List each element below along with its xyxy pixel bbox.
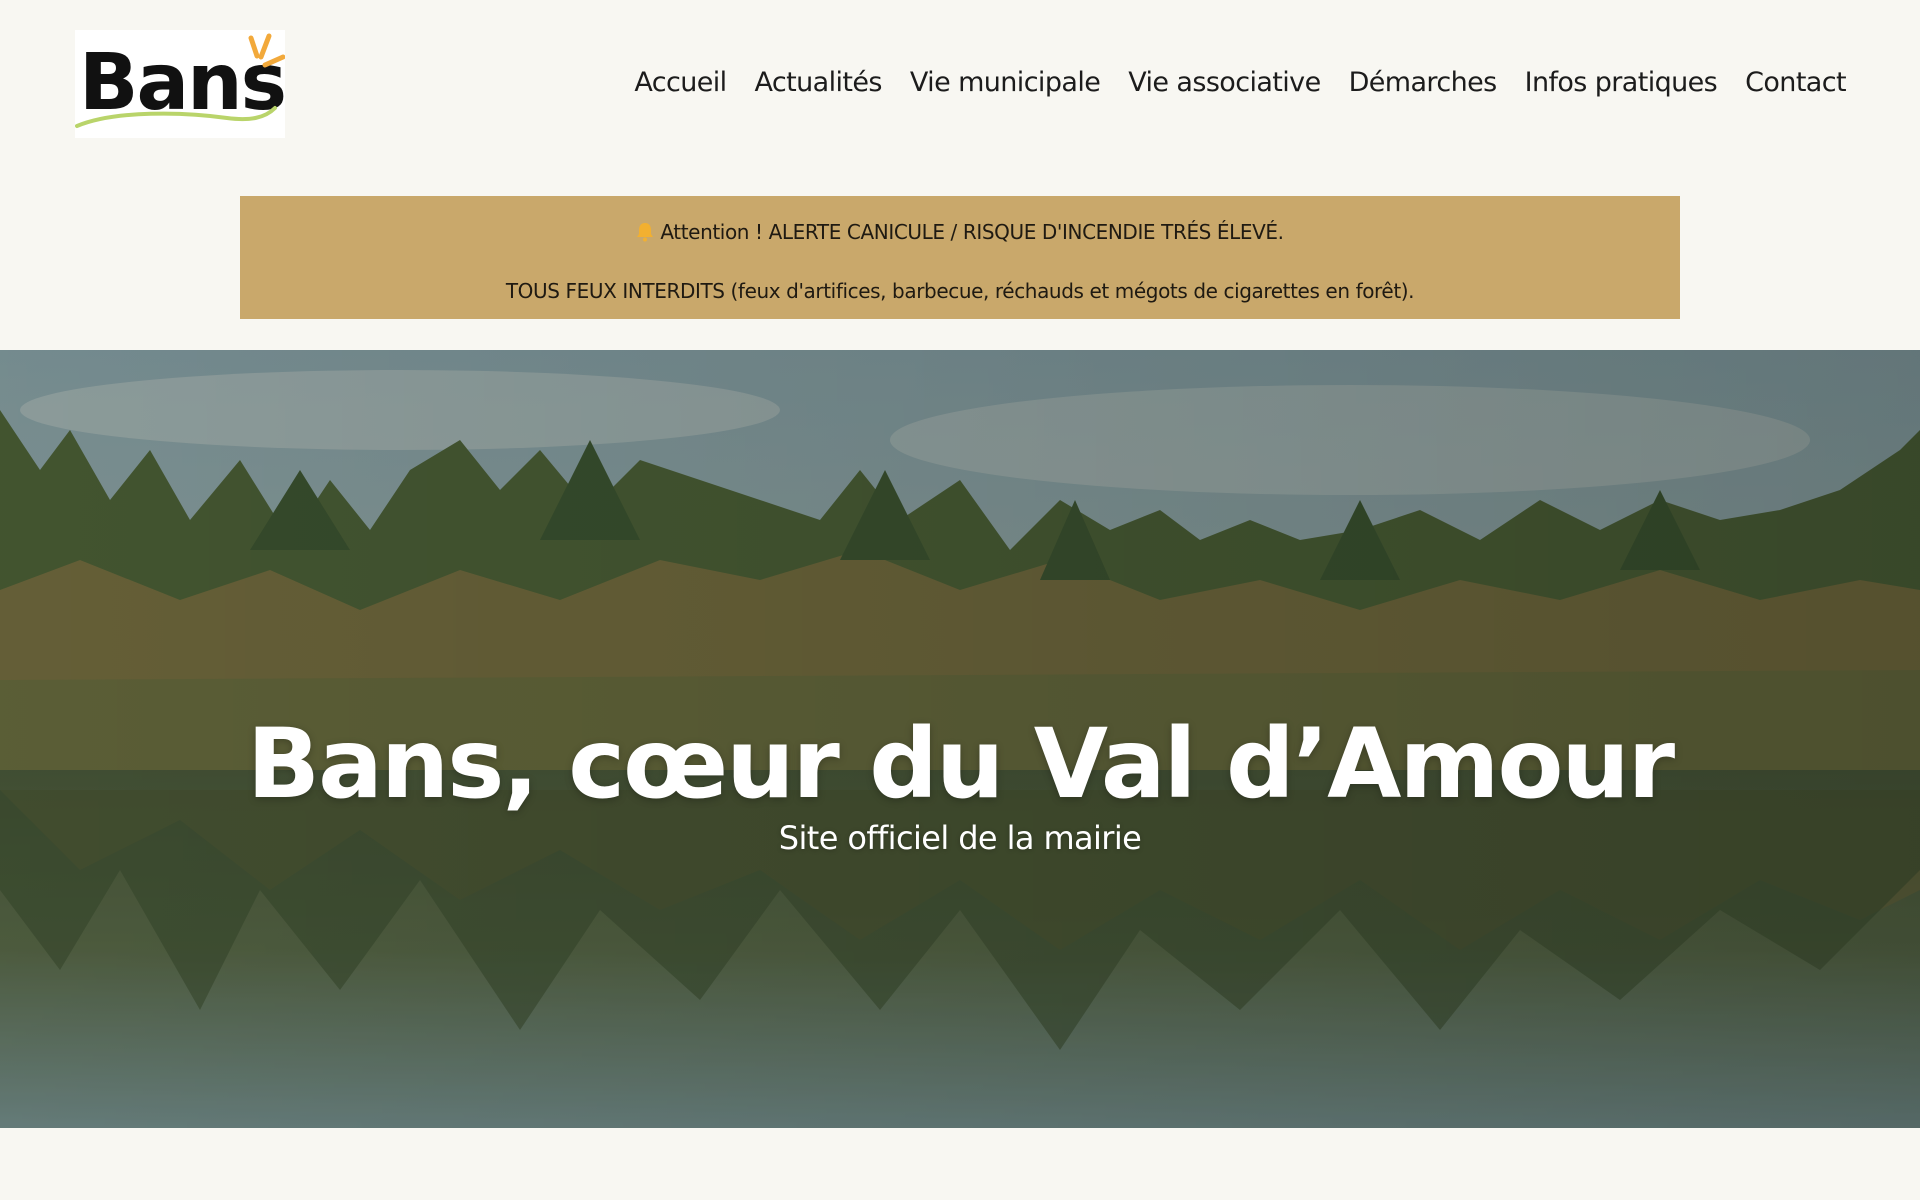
hero-subtitle: Site officiel de la mairie [778,819,1142,857]
alert-banner: Attention ! ALERTE CANICULE / RISQUE D'I… [240,196,1680,319]
main-nav: Accueil Actualités Vie municipale Vie as… [606,62,1846,104]
site-header: Bans Accueil Actualités Vie municipale V… [0,0,1920,170]
nav-item-infos-pratiques[interactable]: Infos pratiques [1525,62,1718,104]
nav-item-contact[interactable]: Contact [1745,62,1846,104]
nav-item-vie-municipale[interactable]: Vie municipale [910,62,1101,104]
hero-title: Bans, cœur du Val d’Amour [246,708,1675,821]
nav-item-actualites[interactable]: Actualités [755,62,883,104]
alert-line-1: Attention ! ALERTE CANICULE / RISQUE D'I… [240,216,1680,251]
nav-item-demarches[interactable]: Démarches [1349,62,1498,104]
hero-banner: Bans, cœur du Val d’Amour Site officiel … [0,350,1920,1128]
site-logo[interactable]: Bans [75,30,285,138]
alert-line-2: TOUS FEUX INTERDITS (feux d'artifices, b… [505,279,1415,303]
bell-icon [636,219,654,251]
alert-text-1: Attention ! ALERTE CANICULE / RISQUE D'I… [660,220,1284,244]
nav-item-vie-associative[interactable]: Vie associative [1128,62,1321,104]
logo-sun-icon [75,33,285,128]
nav-item-accueil[interactable]: Accueil [634,62,727,104]
